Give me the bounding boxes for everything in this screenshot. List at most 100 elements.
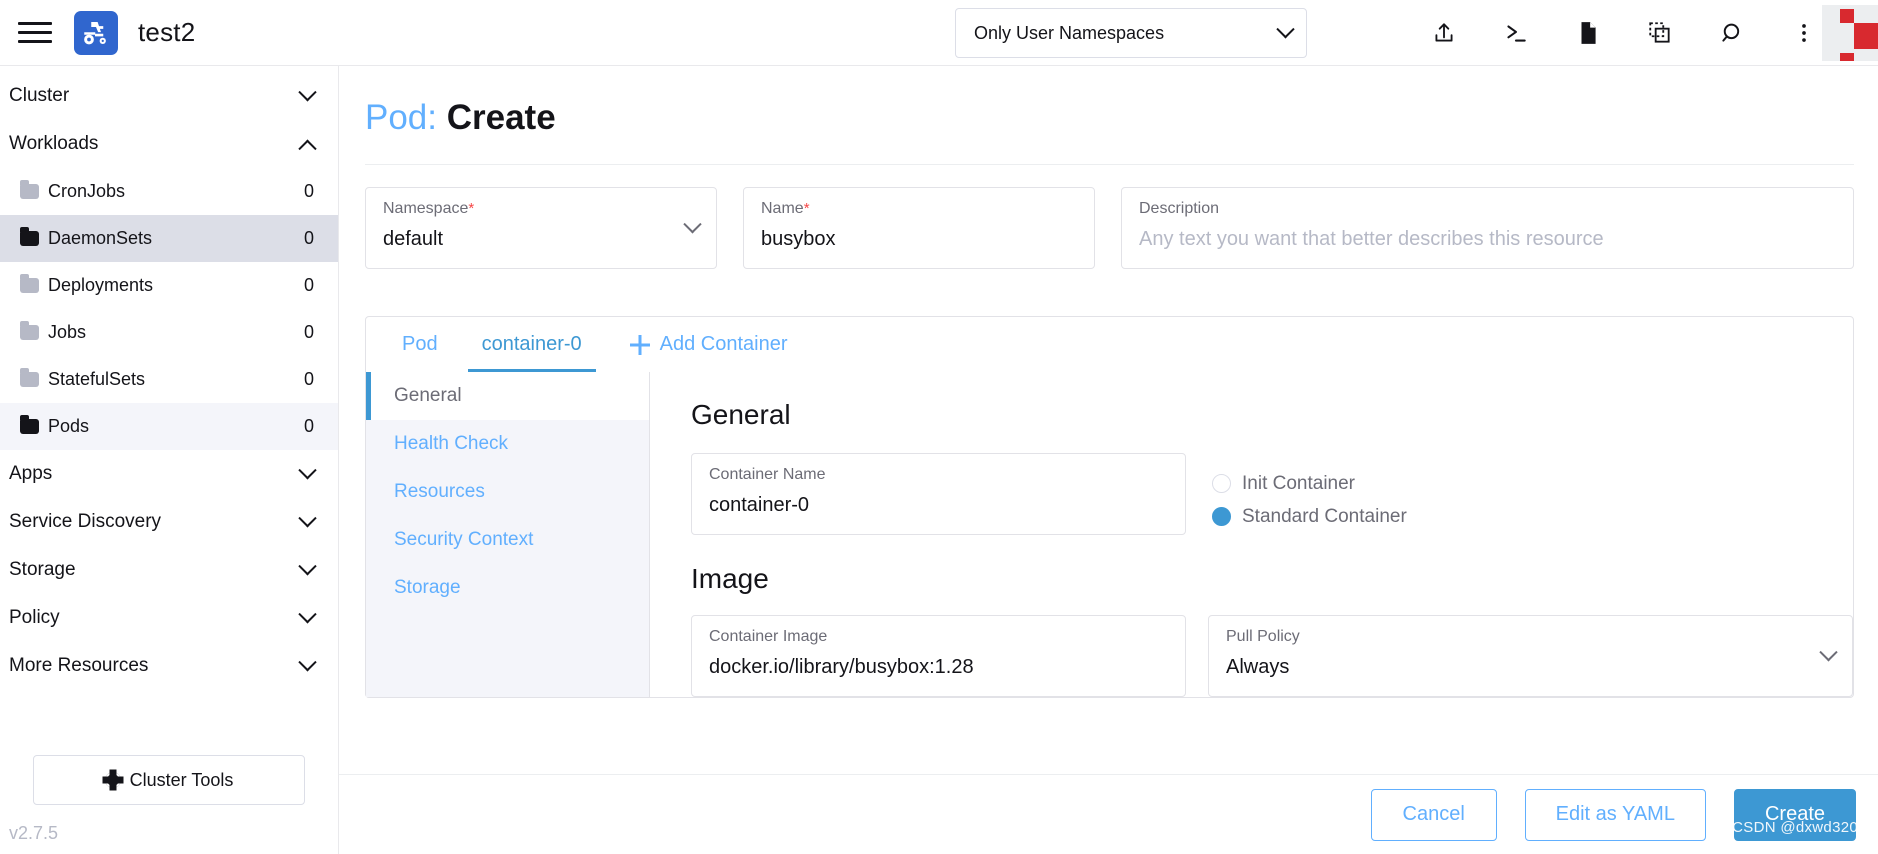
name-field-label: Name*: [761, 199, 1077, 219]
sidebar-group-storage[interactable]: Storage: [0, 546, 338, 594]
pull-policy-label: Pull Policy: [1226, 628, 1300, 645]
container-name-value: container-0: [709, 494, 810, 516]
sidebar-item-count: 0: [303, 369, 314, 389]
sidebar-group-label: Storage: [9, 559, 76, 580]
image-row: Container Image docker.io/library/busybo…: [691, 615, 1853, 697]
description-field-label: Description: [1139, 200, 1220, 217]
download-kubeconfig-icon[interactable]: [1646, 19, 1674, 47]
namespace-field-value: default: [383, 228, 444, 250]
hamburger-menu-icon[interactable]: [18, 20, 52, 46]
subnav-item-storage[interactable]: Storage: [366, 564, 649, 612]
folder-icon: [20, 321, 39, 340]
container-name-field[interactable]: Container Name container-0: [691, 453, 1186, 535]
create-button[interactable]: Create: [1733, 788, 1856, 841]
folder-icon: [20, 180, 39, 199]
sidebar-item-label: DaemonSets: [48, 228, 153, 248]
sidebar-item-count: 0: [303, 416, 314, 436]
namespace-label-text: Namespace: [383, 200, 469, 217]
edit-as-yaml-button[interactable]: Edit as YAML: [1524, 788, 1706, 841]
cluster-tools-button[interactable]: Cluster Tools: [33, 755, 305, 805]
radio-init-container[interactable]: Init Container: [1212, 467, 1853, 500]
sidebar-item-count: 0: [303, 181, 314, 201]
name-field[interactable]: Name* busybox: [743, 187, 1095, 269]
sidebar-group-label: Apps: [9, 463, 53, 484]
sidebar-item-label: StatefulSets: [48, 369, 146, 389]
radio-selected-icon: [1212, 507, 1231, 526]
sidebar-group-label: Workloads: [9, 133, 99, 154]
container-image-label: Container Image: [709, 628, 828, 645]
sidebar-item-pods[interactable]: Pods 0: [0, 403, 338, 450]
cancel-button[interactable]: Cancel: [1370, 788, 1497, 841]
sidebar-item-label: Pods: [48, 416, 90, 436]
container-image-column: Container Image docker.io/library/busybo…: [691, 615, 1186, 697]
sidebar-item-deployments[interactable]: Deployments 0: [0, 262, 338, 309]
sidebar-item-jobs[interactable]: Jobs 0: [0, 309, 338, 356]
subnav-item-label: General: [394, 385, 462, 406]
namespace-filter-select[interactable]: Only User Namespaces: [955, 8, 1307, 58]
name-label-text: Name: [761, 200, 804, 217]
radio-standard-container[interactable]: Standard Container: [1212, 500, 1853, 533]
sidebar-group-apps[interactable]: Apps: [0, 450, 338, 498]
sidebar: Cluster Workloads CronJobs 0 DaemonSets …: [0, 66, 339, 854]
folder-icon: [20, 415, 39, 434]
cluster-name-label: test2: [138, 17, 196, 47]
chevron-down-icon: [1276, 19, 1295, 38]
subnav-item-label: Resources: [394, 481, 485, 502]
sidebar-group-label: Service Discovery: [9, 511, 162, 532]
sidebar-group-label: Cluster: [9, 85, 70, 106]
subnav-item-label: Security Context: [394, 529, 534, 550]
pull-policy-field[interactable]: Pull Policy Always: [1208, 615, 1853, 697]
sidebar-group-more-resources[interactable]: More Resources: [0, 642, 338, 690]
sidebar-item-cronjobs[interactable]: CronJobs 0: [0, 168, 338, 215]
radio-unselected-icon: [1212, 474, 1231, 493]
sidebar-item-label: CronJobs: [48, 181, 126, 201]
sidebar-group-service-discovery[interactable]: Service Discovery: [0, 498, 338, 546]
subnav-item-health-check[interactable]: Health Check: [366, 420, 649, 468]
general-section-title: General: [691, 399, 791, 430]
avatar[interactable]: [1822, 0, 1878, 66]
general-row-1: Container Name container-0 Init Containe…: [691, 453, 1853, 535]
overflow-menu-icon[interactable]: [1790, 19, 1818, 47]
required-marker: *: [803, 200, 810, 217]
container-name-label: Container Name: [709, 466, 826, 483]
sidebar-item-statefulsets[interactable]: StatefulSets 0: [0, 356, 338, 403]
subnav-item-resources[interactable]: Resources: [366, 468, 649, 516]
container-tabs: Pod container-0 Add Container: [366, 317, 1853, 373]
rancher-tractor-logo[interactable]: [74, 10, 118, 55]
add-container-button[interactable]: Add Container: [604, 317, 810, 372]
gear-icon: [104, 772, 121, 788]
kubectl-shell-icon[interactable]: [1502, 19, 1530, 47]
search-icon[interactable]: [1718, 19, 1746, 47]
container-subnav: General Health Check Resources Security …: [366, 372, 650, 697]
sidebar-item-count: 0: [303, 322, 314, 342]
container-image-value: docker.io/library/busybox:1.28: [709, 656, 974, 678]
folder-icon: [20, 368, 39, 387]
namespace-filter-value: Only User Namespaces: [974, 22, 1165, 43]
container-image-field[interactable]: Container Image docker.io/library/busybo…: [691, 615, 1186, 697]
description-field[interactable]: Description Any text you want that bette…: [1121, 187, 1854, 269]
app-body: Cluster Workloads CronJobs 0 DaemonSets …: [0, 66, 1878, 854]
chevron-down-icon: [298, 508, 317, 527]
sidebar-item-daemonsets[interactable]: DaemonSets 0: [0, 215, 338, 262]
sidebar-group-cluster[interactable]: Cluster: [0, 72, 338, 120]
sidebar-item-label: Deployments: [48, 275, 154, 295]
top-header: test2 Only User Namespaces: [0, 0, 1878, 66]
tab-pod[interactable]: Pod: [380, 317, 460, 372]
subnav-item-label: Health Check: [394, 433, 509, 454]
create-label: Create: [1764, 803, 1825, 825]
import-yaml-icon[interactable]: [1430, 19, 1458, 47]
tab-container-0[interactable]: container-0: [460, 317, 604, 373]
sidebar-group-workloads[interactable]: Workloads: [0, 120, 338, 168]
page-title: Pod: Create: [365, 66, 1854, 164]
namespace-field[interactable]: Namespace* default: [365, 187, 717, 269]
form-action-bar: Cancel Edit as YAML Create CSDN @dxwd320: [339, 774, 1878, 854]
subnav-item-security-context[interactable]: Security Context: [366, 516, 649, 564]
sidebar-group-policy[interactable]: Policy: [0, 594, 338, 642]
sidebar-nav: Cluster Workloads CronJobs 0 DaemonSets …: [0, 66, 338, 755]
page-title-action: Create: [446, 98, 556, 137]
chevron-down-icon: [298, 460, 317, 479]
docs-icon[interactable]: [1574, 19, 1602, 47]
cancel-label: Cancel: [1402, 803, 1465, 825]
folder-icon: [20, 227, 39, 246]
subnav-item-general[interactable]: General: [366, 372, 649, 420]
